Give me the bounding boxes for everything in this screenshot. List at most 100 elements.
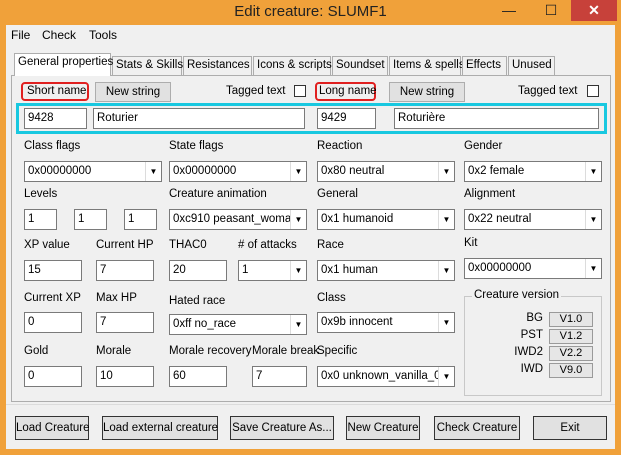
class-value: 0x9b innocent	[321, 316, 393, 328]
exit-button[interactable]: Exit	[533, 416, 607, 440]
specific-value: 0x0 unknown_vanilla_00	[321, 370, 447, 382]
general-label: General	[317, 188, 358, 200]
tab-unused[interactable]: Unused	[508, 56, 555, 76]
menu-bar: File Check Tools	[6, 25, 615, 44]
check-creature-button[interactable]: Check Creature	[434, 416, 520, 440]
version-value-iwd2: V2.2	[549, 346, 593, 361]
class-label: Class	[317, 292, 346, 304]
creature-animation-label: Creature animation	[169, 188, 267, 200]
tab-icons-scripts[interactable]: Icons & scripts	[253, 56, 332, 76]
long-new-string-button[interactable]: New string	[389, 82, 465, 102]
kit-label: Kit	[464, 237, 478, 249]
attacks-label: # of attacks	[238, 239, 297, 251]
creature-animation-select[interactable]: 0xc910 peasant_woman ▼	[169, 209, 307, 230]
xp-value-input[interactable]: 15	[24, 260, 82, 281]
chevron-down-icon: ▼	[438, 162, 454, 181]
version-game-iwd2: IWD2	[514, 346, 543, 358]
tab-resistances[interactable]: Resistances	[183, 56, 252, 76]
menu-check[interactable]: Check	[42, 28, 76, 42]
long-tagged-checkbox[interactable]	[587, 85, 599, 97]
morale-recovery-label: Morale recovery	[169, 345, 252, 357]
tab-strip: General properties Stats & Skills Resist…	[11, 53, 611, 76]
short-name-text-input[interactable]: Roturier	[93, 108, 305, 129]
max-hp-input[interactable]: 7	[96, 312, 154, 333]
thac0-input[interactable]: 20	[169, 260, 227, 281]
kit-select[interactable]: 0x00000000 ▼	[464, 258, 602, 279]
chevron-down-icon: ▼	[438, 367, 454, 386]
kit-value: 0x00000000	[468, 262, 532, 274]
gold-input[interactable]: 0	[24, 366, 82, 387]
race-label: Race	[317, 239, 344, 251]
hated-race-select[interactable]: 0xff no_race ▼	[169, 314, 307, 335]
morale-recovery-input[interactable]: 60	[169, 366, 227, 387]
load-creature-button[interactable]: Load Creature	[15, 416, 90, 440]
hated-race-value: 0xff no_race	[173, 318, 237, 330]
gender-value: 0x2 female	[468, 165, 525, 177]
short-tagged-text-label: Tagged text	[226, 85, 286, 97]
maximize-button[interactable]: ☐	[537, 0, 565, 21]
close-button[interactable]: ✕	[571, 0, 617, 21]
levels-label: Levels	[24, 188, 58, 200]
menu-file[interactable]: File	[11, 28, 30, 42]
general-properties-panel: Short name New string Tagged text Long n…	[11, 75, 611, 402]
reaction-label: Reaction	[317, 140, 363, 152]
chevron-down-icon: ▼	[290, 210, 306, 229]
xp-value-label: XP value	[24, 239, 70, 251]
level-2-input[interactable]: 1	[74, 209, 107, 230]
long-name-label: Long name	[319, 85, 377, 97]
short-tagged-checkbox[interactable]	[294, 85, 306, 97]
minimize-button[interactable]: —	[495, 0, 523, 21]
load-external-creature-button[interactable]: Load external creature	[102, 416, 218, 440]
morale-break-label: Morale break	[252, 345, 320, 357]
morale-break-input[interactable]: 7	[252, 366, 307, 387]
specific-select[interactable]: 0x0 unknown_vanilla_00 ▼	[317, 366, 455, 387]
version-game-pst: PST	[520, 329, 543, 341]
long-name-text-input[interactable]: Roturière	[394, 108, 599, 129]
chevron-down-icon: ▼	[585, 259, 601, 278]
attacks-select[interactable]: 1 ▼	[238, 260, 307, 281]
menu-tools[interactable]: Tools	[89, 28, 117, 42]
short-name-ref-input[interactable]: 9428	[24, 108, 87, 129]
level-1-input[interactable]: 1	[24, 209, 57, 230]
tab-soundset[interactable]: Soundset	[332, 56, 388, 76]
tab-effects[interactable]: Effects	[462, 56, 507, 76]
class-flags-select[interactable]: 0x00000000 ▼	[24, 161, 162, 182]
general-select[interactable]: 0x1 humanoid ▼	[317, 209, 455, 230]
chevron-down-icon: ▼	[585, 210, 601, 229]
current-xp-input[interactable]: 0	[24, 312, 82, 333]
reaction-value: 0x80 neutral	[321, 165, 385, 177]
creature-version-title: Creature version	[472, 289, 562, 301]
morale-input[interactable]: 10	[96, 366, 154, 387]
chevron-down-icon: ▼	[145, 162, 161, 181]
chevron-down-icon: ▼	[438, 313, 454, 332]
save-creature-as-button[interactable]: Save Creature As...	[230, 416, 334, 440]
class-select[interactable]: 0x9b innocent ▼	[317, 312, 455, 333]
gold-label: Gold	[24, 345, 49, 357]
chevron-down-icon: ▼	[438, 261, 454, 280]
state-flags-select[interactable]: 0x00000000 ▼	[169, 161, 307, 182]
current-hp-label: Current HP	[96, 239, 154, 251]
level-3-input[interactable]: 1	[124, 209, 157, 230]
specific-label: Specific	[317, 345, 358, 357]
current-hp-input[interactable]: 7	[96, 260, 154, 281]
new-creature-button[interactable]: New Creature	[346, 416, 420, 440]
race-value: 0x1 human	[321, 264, 378, 276]
alignment-label: Alignment	[464, 188, 516, 200]
gender-select[interactable]: 0x2 female ▼	[464, 161, 602, 182]
version-game-iwd: IWD	[520, 363, 543, 375]
chevron-down-icon: ▼	[438, 210, 454, 229]
tab-general-properties[interactable]: General properties	[14, 53, 113, 76]
tab-items-spells[interactable]: Items & spells	[389, 56, 465, 76]
short-new-string-button[interactable]: New string	[95, 82, 171, 102]
alignment-select[interactable]: 0x22 neutral ▼	[464, 209, 602, 230]
tab-stats-skills[interactable]: Stats & Skills	[112, 56, 183, 76]
separator	[6, 404, 615, 405]
general-value: 0x1 humanoid	[321, 213, 394, 225]
max-hp-label: Max HP	[96, 292, 137, 304]
race-select[interactable]: 0x1 human ▼	[317, 260, 455, 281]
state-flags-label: State flags	[169, 140, 224, 152]
thac0-label: THAC0	[169, 239, 207, 251]
state-flags-value: 0x00000000	[173, 165, 237, 177]
long-name-ref-input[interactable]: 9429	[317, 108, 376, 129]
reaction-select[interactable]: 0x80 neutral ▼	[317, 161, 455, 182]
